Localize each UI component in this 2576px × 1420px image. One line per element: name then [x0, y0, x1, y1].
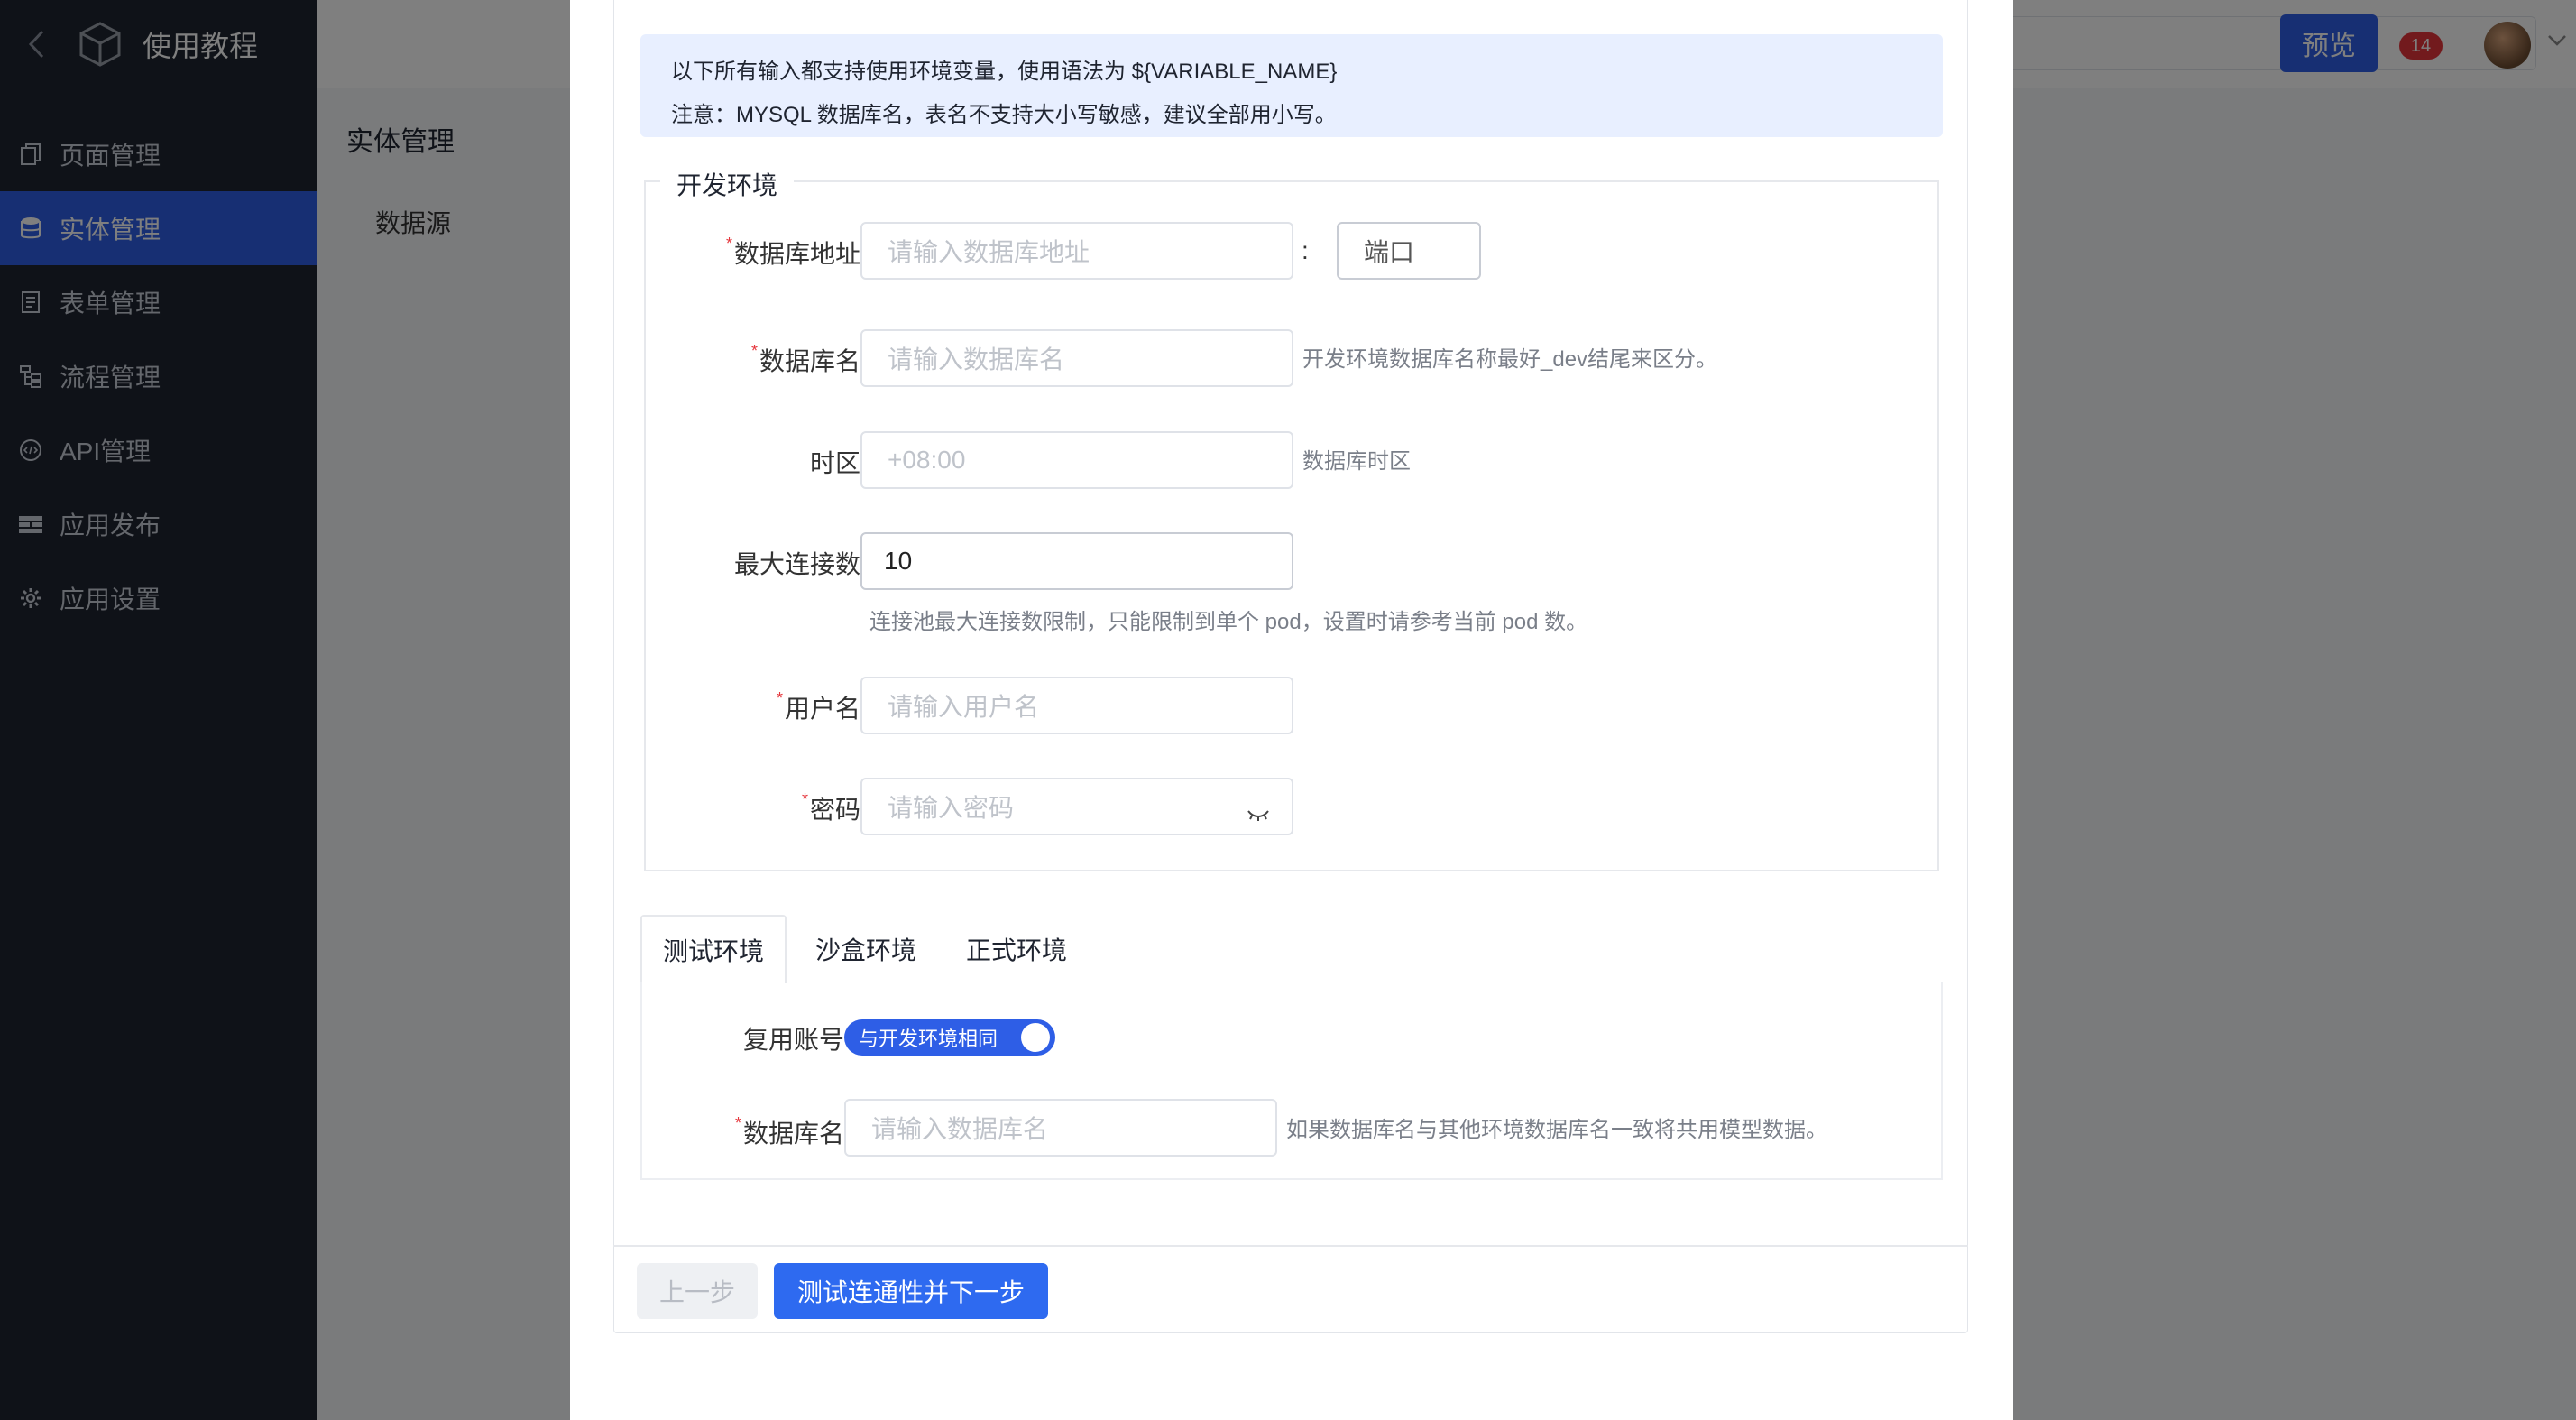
password-label-text: 密码: [809, 796, 860, 824]
required-mark: *: [776, 689, 783, 707]
info-line-2: 注意：MYSQL 数据库名，表名不支持大小写敏感，建议全部用小写。: [671, 103, 1337, 127]
tab-prod-env[interactable]: 正式环境: [949, 915, 1084, 983]
required-mark: *: [801, 790, 808, 808]
test-dbname-hint: 如果数据库名与其他环境数据库名一致将共用模型数据。: [1286, 1118, 1827, 1142]
test-dbname-label-text: 数据库名: [742, 1120, 844, 1148]
reuse-account-toggle[interactable]: 与开发环境相同: [844, 1019, 1055, 1056]
dbname-label: *数据库名: [662, 342, 860, 378]
test-env-panel: [640, 982, 1943, 1180]
timezone-input[interactable]: +08:00: [860, 431, 1293, 489]
prev-step-button[interactable]: 上一步: [637, 1263, 758, 1319]
dbname-label-text: 数据库名: [759, 347, 860, 375]
datasource-modal: 以下所有输入都支持使用环境变量，使用语法为 ${VARIABLE_NAME} 注…: [570, 0, 2013, 1420]
reuse-account-toggle-text: 与开发环境相同: [859, 1028, 998, 1050]
password-label: *密码: [662, 790, 860, 826]
eye-closed-icon[interactable]: [1247, 799, 1270, 828]
tab-test-env[interactable]: 测试环境: [640, 915, 787, 983]
footer-divider: [613, 1245, 1968, 1247]
test-dbname-label: *数据库名: [646, 1114, 844, 1150]
host-input[interactable]: 请输入数据库地址: [860, 222, 1293, 280]
info-line-1: 以下所有输入都支持使用环境变量，使用语法为 ${VARIABLE_NAME}: [671, 60, 1338, 84]
dbname-input[interactable]: 请输入数据库名: [860, 329, 1293, 387]
username-input[interactable]: 请输入用户名: [860, 677, 1293, 734]
port-input[interactable]: 端口: [1337, 222, 1481, 280]
maxconn-label: 最大连接数: [733, 550, 860, 578]
password-input[interactable]: 请输入密码: [860, 778, 1293, 835]
password-placeholder: 请输入密码: [888, 794, 1015, 822]
info-notice: 以下所有输入都支持使用环境变量，使用语法为 ${VARIABLE_NAME} 注…: [640, 34, 1943, 137]
timezone-label: 时区: [809, 449, 860, 477]
required-mark: *: [725, 235, 732, 253]
reuse-account-label: 复用账号: [742, 1026, 844, 1054]
toggle-knob: [1021, 1023, 1050, 1052]
timezone-hint: 数据库时区: [1302, 449, 1411, 474]
required-mark: *: [734, 1114, 741, 1132]
username-label: *用户名: [662, 689, 860, 725]
host-port-colon: :: [1302, 236, 1309, 264]
tab-sandbox-env[interactable]: 沙盒环境: [803, 915, 929, 983]
required-mark: *: [750, 342, 758, 360]
username-label-text: 用户名: [784, 695, 860, 723]
host-label: *数据库地址: [662, 235, 860, 271]
dbname-hint: 开发环境数据库名称最好_dev结尾来区分。: [1302, 347, 1718, 372]
maxconn-input[interactable]: 10: [860, 532, 1293, 590]
host-label-text: 数据库地址: [733, 240, 860, 268]
maxconn-hint: 连接池最大连接数限制，只能限制到单个 pod，设置时请参考当前 pod 数。: [869, 610, 1588, 634]
dev-env-fieldset: [644, 180, 1939, 871]
dev-env-title: 开发环境: [660, 166, 795, 202]
test-dbname-input[interactable]: 请输入数据库名: [844, 1099, 1277, 1157]
test-and-next-button[interactable]: 测试连通性并下一步: [774, 1263, 1048, 1319]
